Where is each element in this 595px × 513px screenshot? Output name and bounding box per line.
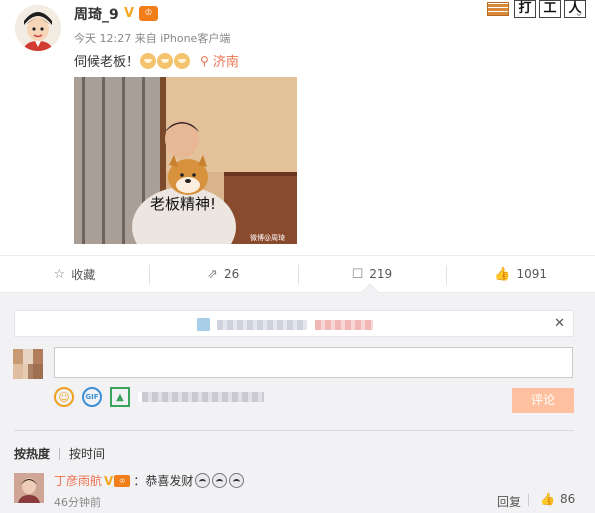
photo-watermark: 微博@周琦	[250, 233, 285, 242]
weibo-post-page: 周琦_9 V ♔ 打 工 人 ⌄ 今天 12:27 来自 iPhone客户端 伺…	[0, 0, 595, 513]
thumbs-up-icon: 👍	[540, 492, 555, 506]
thumbs-up-icon: 👍	[494, 266, 511, 282]
verified-badge-icon: V	[124, 6, 135, 21]
gif-icon[interactable]: GIF	[82, 387, 102, 407]
post-card: 周琦_9 V ♔ 打 工 人 ⌄ 今天 12:27 来自 iPhone客户端 伺…	[0, 0, 595, 255]
notice-text-redacted	[217, 320, 307, 330]
comment-like-button[interactable]: 👍 86	[540, 492, 575, 506]
vip-badge-icon: ♔	[139, 6, 158, 21]
post-text: 伺候老板！	[74, 55, 140, 70]
favorite-label: 收藏	[71, 267, 96, 282]
comment-time: 46分钟前	[54, 496, 101, 509]
like-count: 1091	[516, 267, 547, 281]
sort-separator	[59, 447, 61, 460]
stamp-char: 打	[514, 0, 536, 18]
face-emoji-icon	[212, 473, 228, 488]
repost-button[interactable]: ⇗ 26	[148, 256, 298, 292]
comments-panel: ✕ ☺ GIF ▲ 评论 按热度 按时间 丁彦雨航 V ♔ ：恭喜发财 46分钟…	[0, 293, 595, 513]
author-avatar[interactable]	[15, 5, 61, 51]
location-pin-icon: ⚲	[200, 53, 209, 68]
notice-icon	[197, 318, 210, 331]
reply-button[interactable]: 回复	[497, 493, 521, 510]
like-button[interactable]: 👍 1091	[446, 256, 595, 292]
doge-emoji-icon	[140, 52, 157, 69]
post-text-line: 伺候老板！ ⚲ 济南	[74, 51, 239, 70]
comment-like-count: 86	[559, 492, 576, 506]
doge-emoji-icon	[157, 52, 174, 69]
comment-input[interactable]	[54, 347, 573, 378]
comment-count: 219	[369, 267, 393, 281]
doge-emoji-icon	[174, 52, 191, 69]
favorite-button[interactable]: ☆ 收藏	[0, 256, 149, 292]
author-name[interactable]: 周琦_9	[74, 4, 119, 24]
repost-icon: ⇗	[207, 266, 218, 282]
photo-image: 老板精神! 微博@周琦	[74, 77, 297, 244]
image-icon[interactable]: ▲	[110, 387, 130, 407]
face-emoji-icon	[195, 473, 211, 488]
submit-comment-button[interactable]: 评论	[512, 388, 574, 413]
repost-count: 26	[223, 267, 240, 281]
cartoon-avatar-image	[15, 5, 61, 51]
face-emoji-icon	[229, 473, 245, 488]
brick-icon	[487, 2, 509, 16]
notice-bar: ✕	[14, 310, 574, 337]
divider	[14, 430, 574, 431]
verified-badge-icon: V	[104, 473, 114, 488]
commenter-avatar[interactable]	[14, 473, 44, 503]
notice-link-redacted	[315, 320, 373, 330]
comment-line: 丁彦雨航 V ♔ ：恭喜发财	[54, 472, 245, 489]
emoji-icon[interactable]: ☺	[54, 387, 74, 407]
commenter-photo	[14, 473, 44, 503]
comment-sort: 按热度 按时间	[14, 445, 105, 462]
title-stamps: 打 工 人	[487, 0, 587, 18]
location-link[interactable]: 济南	[213, 51, 239, 70]
post-photo[interactable]: 老板精神! 微博@周琦	[74, 77, 297, 244]
close-icon[interactable]: ✕	[554, 316, 565, 331]
sort-by-time-tab[interactable]: 按时间	[69, 445, 105, 462]
current-user-avatar	[13, 349, 43, 379]
sort-by-heat-tab[interactable]: 按热度	[14, 445, 50, 462]
vip-badge-icon: ♔	[114, 474, 131, 487]
chevron-down-icon[interactable]: ⌄	[574, 5, 586, 19]
commenter-name[interactable]: 丁彦雨航	[54, 472, 102, 489]
comment-tools: ☺ GIF ▲	[54, 387, 264, 407]
action-separator	[528, 494, 529, 506]
photo-caption: 老板精神!	[150, 195, 216, 213]
comment-icon: ☐	[351, 266, 364, 282]
post-meta: 今天 12:27 来自 iPhone客户端	[74, 32, 231, 45]
star-icon: ☆	[53, 266, 66, 282]
repost-option-redacted	[142, 392, 264, 402]
comment-text: ：恭喜发财	[133, 474, 194, 488]
stamp-char: 工	[539, 0, 561, 18]
post-action-bar: ☆ 收藏 ⇗ 26 ☐ 219 👍 1091	[0, 255, 595, 293]
